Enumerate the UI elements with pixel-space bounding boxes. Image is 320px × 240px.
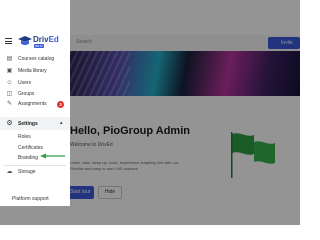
- sidebar-item-label: Media library: [18, 68, 47, 74]
- sidebar-item-label: Assignments: [18, 101, 47, 107]
- storage-icon: ☁: [6, 169, 13, 175]
- sidebar-subitem-certificates[interactable]: Certificates: [18, 145, 43, 151]
- menu-icon[interactable]: [5, 38, 12, 44]
- sidebar-subitem-roles[interactable]: Roles: [18, 134, 31, 140]
- sidebar-item-label: Groups: [18, 91, 35, 97]
- brand-logo: DrivEd: [33, 35, 59, 44]
- sidebar-item-label: Storage: [18, 169, 36, 175]
- sidebar-item-media-library[interactable]: ▣ Media library: [0, 66, 70, 77]
- book-icon: ▤: [6, 56, 13, 62]
- user-icon: ☺: [6, 80, 13, 86]
- sidebar: DrivEd BETA ▤ Courses catalog ▣ Media li…: [0, 0, 70, 206]
- annotation-arrow-icon: [40, 153, 65, 159]
- gear-icon: ⚙: [6, 120, 13, 127]
- sidebar-item-assignments[interactable]: ✎ Assignments 3: [0, 99, 70, 110]
- brand-name-part-a: Driv: [33, 35, 49, 44]
- beta-badge: BETA: [34, 44, 44, 48]
- assignment-icon: ✎: [6, 101, 13, 107]
- chevron-up-icon: ▴: [60, 120, 63, 126]
- sidebar-item-label: Settings: [18, 120, 38, 127]
- graduation-cap-icon: [18, 36, 32, 45]
- sidebar-item-label: Users: [18, 80, 32, 86]
- sidebar-divider: [4, 165, 66, 166]
- media-icon: ▣: [6, 68, 13, 74]
- group-icon: ◫: [6, 91, 13, 97]
- brand-name-part-b: Ed: [48, 35, 59, 44]
- sidebar-item-users[interactable]: ☺ Users: [0, 78, 70, 89]
- sidebar-item-storage[interactable]: ☁ Storage: [0, 167, 70, 178]
- platform-support-link[interactable]: Platform support: [12, 196, 49, 202]
- sidebar-subitem-branding[interactable]: Branding: [18, 155, 38, 161]
- sidebar-item-courses-catalog[interactable]: ▤ Courses catalog: [0, 54, 70, 65]
- sidebar-item-settings[interactable]: ⚙ Settings ▴: [0, 117, 70, 130]
- assignments-count-badge: 3: [57, 101, 64, 108]
- sidebar-item-label: Courses catalog: [18, 56, 55, 62]
